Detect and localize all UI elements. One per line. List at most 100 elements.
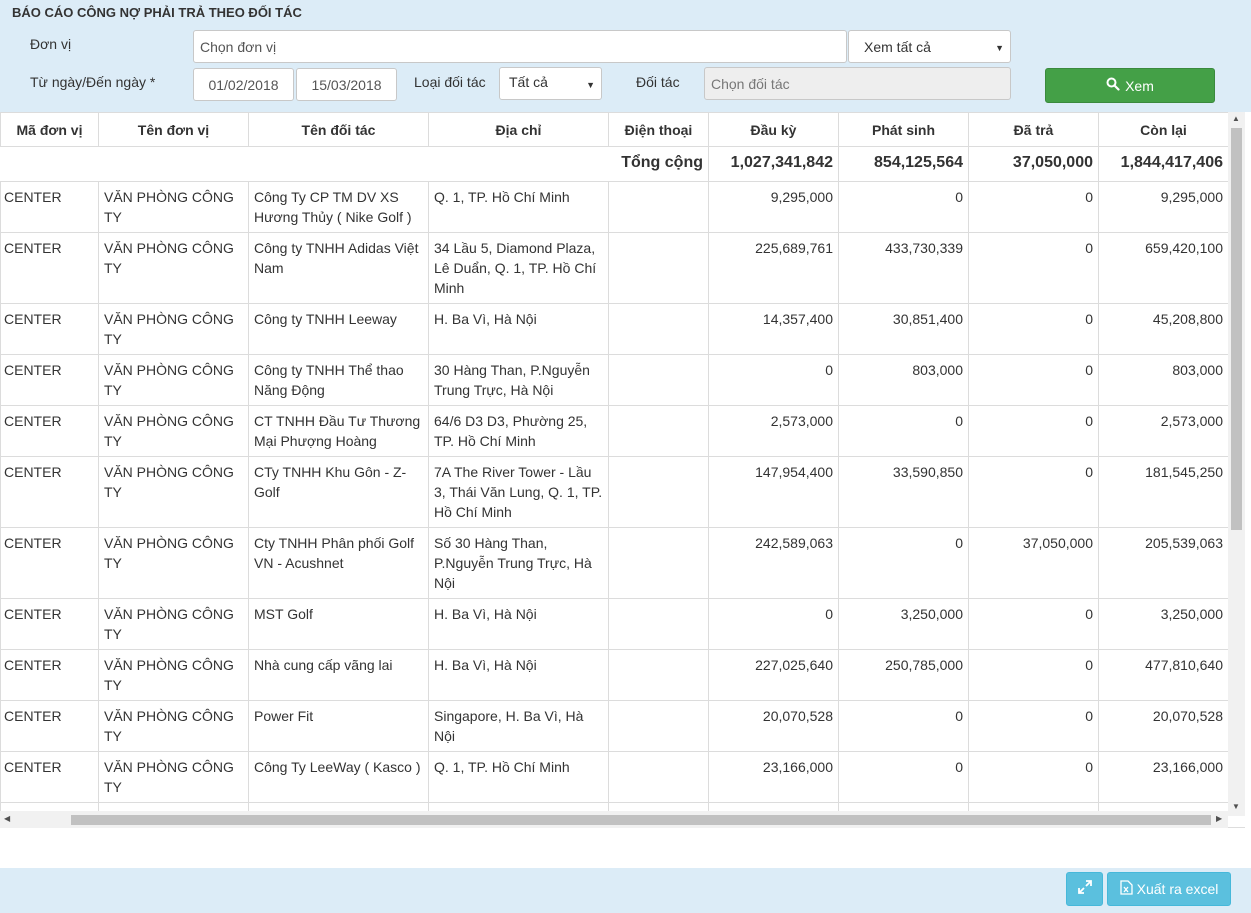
scroll-right-icon[interactable]: ▶ [1216, 814, 1222, 823]
column-header[interactable]: Mã đơn vị [0, 112, 99, 147]
cell-dt [608, 751, 709, 803]
column-header[interactable]: Phát sinh [838, 112, 969, 147]
export-excel-label: Xuất ra excel [1136, 881, 1219, 897]
cell-da-tra: 0 [968, 751, 1099, 803]
table-row[interactable]: CENTER VĂN PHÒNG CÔNG TY Cty TNHH Phân phố… [0, 527, 1229, 599]
cell-dia-chi: Q. 1, TP. Hồ Chí Minh [428, 751, 609, 803]
table-row[interactable]: CENTER VĂN PHÒNG CÔNG TY Công ty TNHH Adid… [0, 232, 1229, 304]
cell-phat-sinh: 803,000 [838, 354, 969, 406]
cell-dau-ky: 20,070,528 [708, 700, 839, 752]
cell-con-lai: 659,420,100 [1098, 232, 1229, 304]
cell-dia-chi: 64/6 D3 D3, Phường 25, TP. Hồ Chí Minh [428, 405, 609, 457]
table-row[interactable]: CENTER VĂN PHÒNG CÔNG TY Power Fit Singapor… [0, 700, 1229, 752]
table-row[interactable]: CENTER VĂN PHÒNG CÔNG TY MST Golf H. Ba Vì,… [0, 598, 1229, 650]
horizontal-scrollbar[interactable]: ◀ ▶ [0, 811, 1228, 828]
horizontal-scroll-thumb[interactable] [71, 815, 1211, 825]
cell-con-lai: 9,295,000 [1098, 181, 1229, 233]
view-mode-select[interactable]: Xem tất cả ▼ [848, 30, 1011, 63]
cell-con-lai: 23,166,000 [1098, 751, 1229, 803]
cell-phat-sinh: 0 [838, 700, 969, 752]
cell-da-tra: 0 [968, 598, 1099, 650]
cell-doi-tac: Cty TNHH Phân phối Golf VN - Acushnet [248, 527, 429, 599]
to-date-value: 15/03/2018 [311, 76, 382, 93]
cell-con-lai: 205,539,063 [1098, 527, 1229, 599]
cell-dia-chi: Số 30 Hàng Than, P.Nguyễn Trung Trực, Hà… [428, 527, 609, 599]
cell-dau-ky: 23,166,000 [708, 751, 839, 803]
table-row[interactable]: CENTER VĂN PHÒNG CÔNG TY CTy TNHH Khu Gôn … [0, 456, 1229, 528]
cell-dau-ky: 14,357,400 [708, 303, 839, 355]
cell-doi-tac: Công Ty CP TM DV XS Hương Thủy ( Nike Go… [248, 181, 429, 233]
partner-type-select[interactable]: Tất cả ▼ [499, 67, 602, 100]
total-con-lai: 1,844,417,406 [1098, 146, 1229, 182]
column-header[interactable]: Địa chỉ [428, 112, 609, 147]
column-header[interactable]: Còn lại [1098, 112, 1229, 147]
cell-da-tra: 0 [968, 354, 1099, 406]
cell-con-lai: 45,208,800 [1098, 303, 1229, 355]
cell-con-lai: 3,250,000 [1098, 598, 1229, 650]
cell-ten-dv: VĂN PHÒNG CÔNG TY [98, 181, 249, 233]
cell-dt [608, 700, 709, 752]
cell-dau-ky: 147,954,400 [708, 456, 839, 528]
expand-button[interactable] [1066, 872, 1103, 906]
cell-da-tra: 0 [968, 649, 1099, 701]
cell-doi-tac: CT TNHH Đầu Tư Thương Mại Phượng Hoàng [248, 405, 429, 457]
table-row[interactable]: CENTER VĂN PHÒNG CÔNG TY CT TNHH Đầu Tư Th… [0, 405, 1229, 457]
cell-ma: CENTER [0, 303, 99, 355]
table-row[interactable]: CENTER VĂN PHÒNG CÔNG TY Công ty TNHH Thể … [0, 354, 1229, 406]
table-row[interactable]: CENTER VĂN PHÒNG CÔNG TY Công Ty LeeWay ( … [0, 751, 1229, 803]
cell-phat-sinh: 250,785,000 [838, 649, 969, 701]
cell-ten-dv: VĂN PHÒNG CÔNG TY [98, 303, 249, 355]
cell-phat-sinh: 33,590,850 [838, 456, 969, 528]
cell-da-tra: 0 [968, 405, 1099, 457]
vertical-scroll-thumb[interactable] [1231, 128, 1242, 530]
cell-da-tra: 37,050,000 [968, 527, 1099, 599]
column-header[interactable]: Tên đối tác [248, 112, 429, 147]
cell-ma: CENTER [0, 456, 99, 528]
cell-doi-tac: Power Fit [248, 700, 429, 752]
partner-label: Đối tác [636, 74, 680, 90]
table-row[interactable]: CENTER VĂN PHÒNG CÔNG TY Công ty TNHH Leew… [0, 303, 1229, 355]
cell-ten-dv: VĂN PHÒNG CÔNG TY [98, 700, 249, 752]
view-button[interactable]: Xem [1045, 68, 1215, 103]
cell-ten-dv: VĂN PHÒNG CÔNG TY [98, 598, 249, 650]
to-date-input[interactable]: 15/03/2018 [296, 68, 397, 101]
cell-ma: CENTER [0, 700, 99, 752]
cell-dia-chi: Q. 1, TP. Hồ Chí Minh [428, 181, 609, 233]
scroll-left-icon[interactable]: ◀ [4, 814, 10, 823]
page-title: BÁO CÁO CÔNG NỢ PHẢI TRẢ THEO ĐỐI TÁC [12, 5, 302, 20]
cell-con-lai: 2,573,000 [1098, 405, 1229, 457]
column-header[interactable]: Đầu kỳ [708, 112, 839, 147]
column-header[interactable]: Tên đơn vị [98, 112, 249, 147]
cell-dt [608, 181, 709, 233]
partner-input[interactable]: Chọn đối tác [704, 67, 1011, 100]
partner-placeholder: Chọn đối tác [711, 75, 790, 92]
cell-dia-chi: H. Ba Vì, Hà Nội [428, 649, 609, 701]
scroll-up-icon[interactable]: ▲ [1232, 114, 1240, 123]
cell-ma: CENTER [0, 232, 99, 304]
unit-input[interactable]: Chọn đơn vị [193, 30, 847, 63]
column-header[interactable]: Điện thoại [608, 112, 709, 147]
unit-label: Đơn vị [30, 36, 72, 52]
scroll-down-icon[interactable]: ▼ [1232, 802, 1240, 811]
column-header[interactable]: Đã trả [968, 112, 1099, 147]
cell-dt [608, 598, 709, 650]
total-da-tra: 37,050,000 [968, 146, 1099, 182]
cell-dau-ky: 227,025,640 [708, 649, 839, 701]
table-row[interactable]: CENTER VĂN PHÒNG CÔNG TY Công Ty CP TM DV … [0, 181, 1229, 233]
cell-dau-ky: 225,689,761 [708, 232, 839, 304]
view-mode-value: Xem tất cả [864, 38, 931, 55]
vertical-scrollbar[interactable]: ▲ ▼ [1228, 112, 1245, 816]
cell-phat-sinh: 0 [838, 751, 969, 803]
cell-ten-dv: VĂN PHÒNG CÔNG TY [98, 405, 249, 457]
cell-phat-sinh: 30,851,400 [838, 303, 969, 355]
cell-dia-chi: 34 Lầu 5, Diamond Plaza, Lê Duẩn, Q. 1, … [428, 232, 609, 304]
from-date-input[interactable]: 01/02/2018 [193, 68, 294, 101]
cell-doi-tac: Nhà cung cấp vãng lai [248, 649, 429, 701]
export-excel-button[interactable]: Xuất ra excel [1107, 872, 1231, 906]
table-row[interactable]: CENTER VĂN PHÒNG CÔNG TY Nhà cung cấp vãng… [0, 649, 1229, 701]
cell-ten-dv: VĂN PHÒNG CÔNG TY [98, 456, 249, 528]
cell-da-tra: 0 [968, 232, 1099, 304]
cell-dau-ky: 0 [708, 598, 839, 650]
cell-doi-tac: Công ty TNHH Leeway [248, 303, 429, 355]
table-header-row: Mã đơn vị Tên đơn vị Tên đối tác Địa chỉ… [0, 112, 1229, 147]
